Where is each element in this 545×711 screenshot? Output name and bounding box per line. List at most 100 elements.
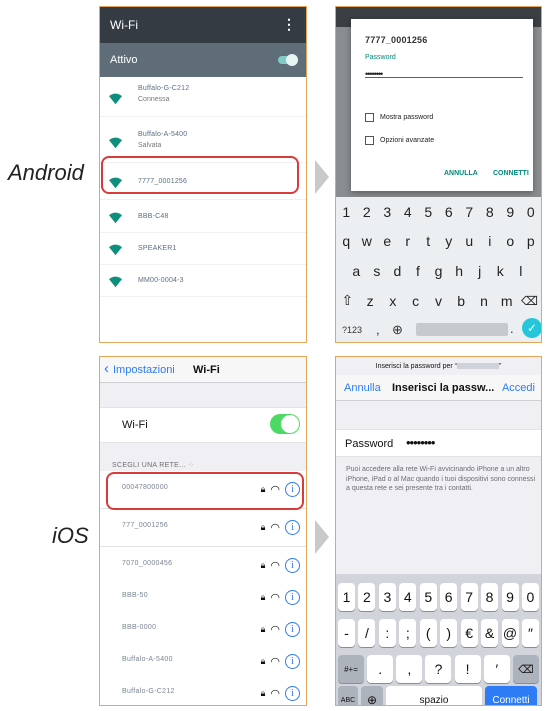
back-chevron-icon[interactable]: ‹ <box>104 360 109 377</box>
key[interactable]: 6 <box>439 204 460 220</box>
key[interactable]: , <box>396 655 423 683</box>
key[interactable]: y <box>439 233 460 249</box>
key[interactable]: 0 <box>521 583 539 611</box>
key[interactable]: j <box>469 263 490 279</box>
key[interactable]: f <box>408 263 429 279</box>
cancel-button[interactable]: ANNULLA <box>444 170 478 177</box>
key[interactable]: k <box>490 263 511 279</box>
key[interactable]: n <box>473 293 495 309</box>
shift-key-icon[interactable]: ⇧ <box>336 292 358 309</box>
key[interactable]: 9 <box>501 583 519 611</box>
key[interactable]: ! <box>454 655 481 683</box>
comma-key[interactable]: , <box>376 322 380 337</box>
key[interactable]: 8 <box>481 583 499 611</box>
key[interactable]: c <box>405 293 427 309</box>
key[interactable]: / <box>358 619 376 647</box>
key[interactable]: € <box>460 619 478 647</box>
key[interactable]: 4 <box>399 583 417 611</box>
password-field[interactable]: •••••••• <box>365 64 523 79</box>
key[interactable]: p <box>521 233 542 249</box>
key[interactable]: : <box>378 619 396 647</box>
key[interactable]: - <box>338 619 355 647</box>
list-item[interactable]: 777_0001256 🔒︎ ◠ i <box>100 509 306 547</box>
back-button[interactable]: Impostazioni <box>113 364 175 376</box>
key[interactable]: ? <box>425 655 452 683</box>
info-icon[interactable]: i <box>285 622 300 637</box>
globe-key-icon[interactable]: ⊕ <box>361 686 383 705</box>
show-password-checkbox[interactable]: Mostra password <box>365 113 433 122</box>
key[interactable]: ; <box>399 619 417 647</box>
globe-key-icon[interactable]: ⊕ <box>392 322 403 338</box>
key[interactable]: l <box>511 263 532 279</box>
key[interactable]: w <box>357 233 378 249</box>
ios-wifi-toggle[interactable] <box>270 414 300 434</box>
key[interactable]: 1 <box>336 204 357 220</box>
key[interactable]: 7 <box>460 583 478 611</box>
list-item[interactable]: SPEAKER1 <box>100 233 306 265</box>
key[interactable]: e <box>377 233 398 249</box>
backspace-key-icon[interactable]: ⌫ <box>512 655 539 683</box>
key[interactable]: d <box>387 263 408 279</box>
key[interactable]: z <box>359 293 381 309</box>
key[interactable]: 5 <box>418 204 439 220</box>
key[interactable]: a <box>346 263 367 279</box>
key[interactable]: 1 <box>338 583 355 611</box>
key[interactable]: o <box>500 233 521 249</box>
connect-button[interactable]: CONNETTI <box>493 170 529 177</box>
cancel-button[interactable]: Annulla <box>344 382 381 394</box>
key[interactable]: ( <box>419 619 437 647</box>
list-item[interactable]: MM00-0004-3 <box>100 265 306 297</box>
period-key[interactable]: . <box>510 321 514 336</box>
key[interactable]: g <box>428 263 449 279</box>
key[interactable]: s <box>367 263 388 279</box>
key[interactable]: ) <box>440 619 458 647</box>
symbols-key[interactable]: ?123 <box>342 325 362 335</box>
key[interactable]: & <box>481 619 499 647</box>
key[interactable]: q <box>336 233 357 249</box>
key[interactable]: @ <box>501 619 519 647</box>
key[interactable]: 7 <box>459 204 480 220</box>
abc-key[interactable]: ABC <box>338 686 358 705</box>
android-toggle-bar[interactable]: Attivo <box>100 43 306 77</box>
connect-key[interactable]: Connetti <box>485 686 537 705</box>
key[interactable]: 0 <box>521 204 542 220</box>
join-button[interactable]: Accedi <box>502 382 535 394</box>
key[interactable]: m <box>496 293 518 309</box>
key[interactable]: . <box>367 655 394 683</box>
key[interactable]: x <box>382 293 404 309</box>
key[interactable]: 6 <box>440 583 458 611</box>
key[interactable]: 8 <box>480 204 501 220</box>
space-key[interactable] <box>416 323 508 336</box>
key[interactable]: b <box>450 293 472 309</box>
key[interactable]: r <box>398 233 419 249</box>
key[interactable]: 2 <box>357 204 378 220</box>
key[interactable]: 5 <box>419 583 437 611</box>
key[interactable]: u <box>459 233 480 249</box>
key[interactable]: ′ <box>483 655 510 683</box>
list-item[interactable]: Buffalo-G-C212 Connessa <box>100 79 306 117</box>
advanced-options-checkbox[interactable]: Opzioni avanzate <box>365 136 434 145</box>
info-icon[interactable]: i <box>285 654 300 669</box>
key[interactable]: v <box>427 293 449 309</box>
key[interactable]: t <box>418 233 439 249</box>
info-icon[interactable]: i <box>285 520 300 535</box>
key[interactable]: i <box>480 233 501 249</box>
more-options-icon[interactable]: ⋮ <box>282 16 296 33</box>
key[interactable]: 3 <box>377 204 398 220</box>
more-symbols-key[interactable]: #+= <box>338 655 364 683</box>
enter-checkmark-icon[interactable]: ✓ <box>522 318 541 338</box>
list-item[interactable]: Buffalo-G-C212 🔒︎ ◠ i <box>100 675 306 705</box>
info-icon[interactable]: i <box>285 686 300 701</box>
list-item[interactable]: BBB-C48 <box>100 201 306 233</box>
key[interactable]: 2 <box>358 583 376 611</box>
key[interactable]: 4 <box>398 204 419 220</box>
info-icon[interactable]: i <box>285 558 300 573</box>
space-key[interactable]: spazio <box>386 686 482 705</box>
info-icon[interactable]: i <box>285 590 300 605</box>
backspace-key-icon[interactable]: ⌫ <box>519 294 541 308</box>
password-row[interactable]: Password •••••••• <box>336 429 541 457</box>
key[interactable]: 9 <box>500 204 521 220</box>
key[interactable]: h <box>449 263 470 279</box>
key[interactable]: 3 <box>378 583 396 611</box>
key[interactable]: ″ <box>521 619 539 647</box>
